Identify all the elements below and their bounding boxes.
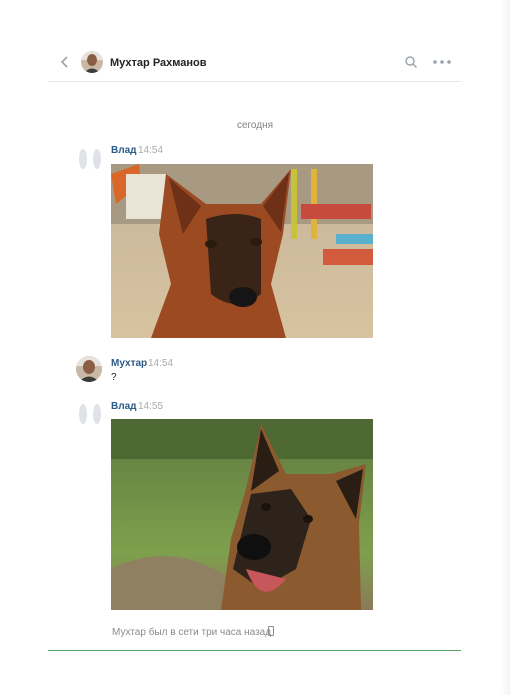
message-author[interactable]: Мухтар bbox=[111, 358, 147, 369]
last-seen-status: Мухтар был в сети три часа назад bbox=[112, 627, 272, 638]
message-photo-dog[interactable] bbox=[111, 419, 373, 610]
page-edge bbox=[500, 0, 510, 695]
message-photo-dog[interactable] bbox=[111, 164, 373, 338]
message-time: 14:55 bbox=[138, 401, 164, 412]
conversation-header: Мухтар Рахманов bbox=[48, 44, 461, 82]
mobile-phone-icon bbox=[268, 626, 274, 636]
chevron-left-icon[interactable] bbox=[58, 55, 72, 69]
author-avatar-placeholder[interactable] bbox=[76, 400, 104, 428]
message-time: 14:54 bbox=[138, 145, 164, 156]
composer-divider bbox=[48, 650, 461, 651]
search-icon[interactable] bbox=[404, 55, 418, 69]
message-time: 14:54 bbox=[148, 358, 174, 369]
date-divider: сегодня bbox=[236, 120, 274, 131]
author-avatar[interactable] bbox=[76, 356, 102, 382]
avatar[interactable] bbox=[81, 51, 103, 73]
more-dots-icon[interactable] bbox=[432, 56, 452, 68]
message-author[interactable]: Влад bbox=[111, 401, 136, 412]
message-text: ? bbox=[111, 372, 117, 383]
contact-name[interactable]: Мухтар Рахманов bbox=[110, 57, 206, 69]
author-avatar-placeholder[interactable] bbox=[76, 145, 104, 173]
message-author[interactable]: Влад bbox=[111, 145, 136, 156]
